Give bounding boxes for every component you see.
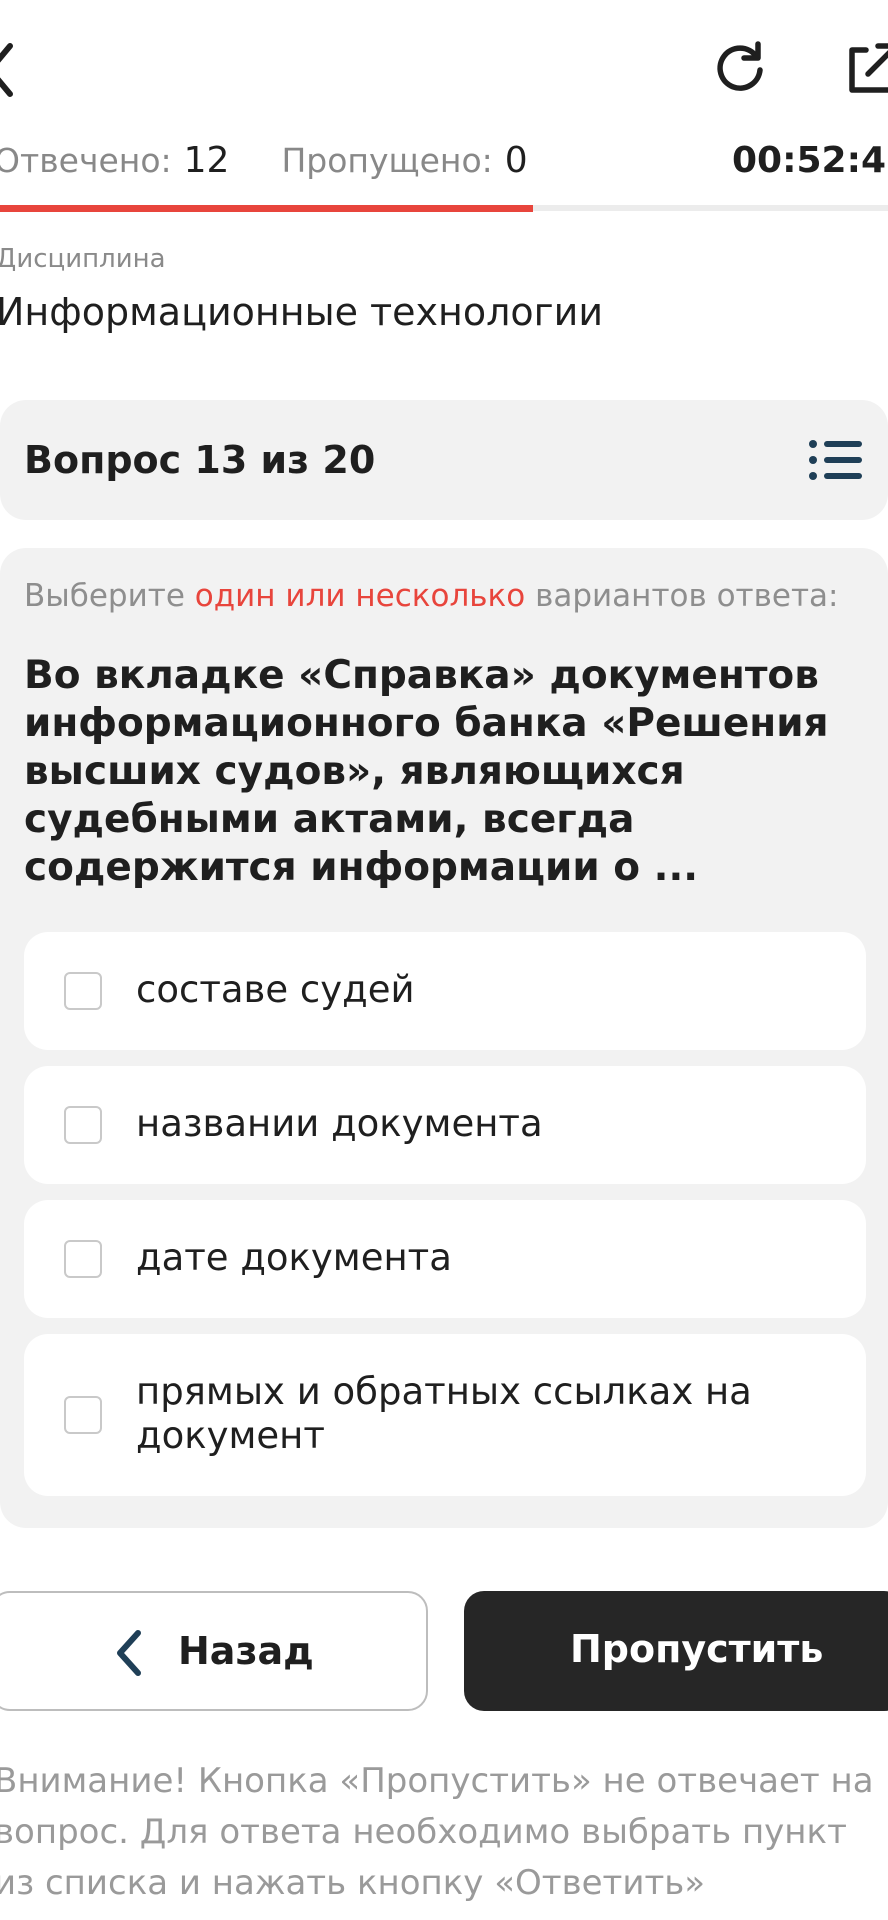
option-checkbox[interactable] [64,1240,102,1278]
back-button-label: Назад [178,1629,314,1673]
back-button[interactable]: Назад [0,1591,428,1711]
hint-prefix: Выберите [24,578,195,614]
skipped-count: 0 [504,140,528,181]
option-label: составе судей [136,968,415,1011]
answer-option[interactable]: названии документа [24,1066,866,1184]
chevron-left-icon [117,1630,141,1676]
discipline-label: Дисциплина [0,244,166,274]
question-list-icon[interactable] [808,438,864,482]
option-checkbox[interactable] [64,972,102,1010]
answer-stats: Отвечено: 12 Пропущено: 0 [0,140,528,181]
answered-label: Отвечено: [0,141,172,180]
hint-accent: один или несколько [194,578,526,614]
answer-option[interactable]: составе судей [24,932,866,1050]
option-checkbox[interactable] [64,1396,102,1434]
skip-notice: Внимание! Кнопка «Пропустить» не отвечае… [0,1761,874,1903]
skipped-label: Пропущено: [281,141,493,180]
question-text: Во вкладке «Справка» документов информац… [24,653,829,890]
chevron-left-icon[interactable] [0,40,16,100]
skip-button[interactable]: Пропустить [464,1591,888,1711]
option-checkbox[interactable] [64,1106,102,1144]
skip-button-label: Пропустить [570,1627,824,1671]
option-label: дате документа [136,1236,452,1279]
timer: 00:52:41 [732,140,888,181]
answered-count: 12 [183,140,230,181]
question-counter: Вопрос 13 из 20 [24,438,376,482]
hint-suffix: вариантов ответа: [525,578,839,614]
refresh-icon[interactable] [712,40,768,96]
option-label: названии документа [136,1102,543,1145]
external-link-icon[interactable] [844,40,888,96]
answer-option[interactable]: дате документа [24,1200,866,1318]
answer-option[interactable]: прямых и обратных ссылках на документ [24,1334,866,1496]
discipline-value: Информационные технологии [0,290,604,334]
answer-hint: Выберите один или несколько вариантов от… [24,578,838,614]
option-label: прямых и обратных ссылках на документ [136,1370,752,1457]
progress-fill [0,205,533,212]
